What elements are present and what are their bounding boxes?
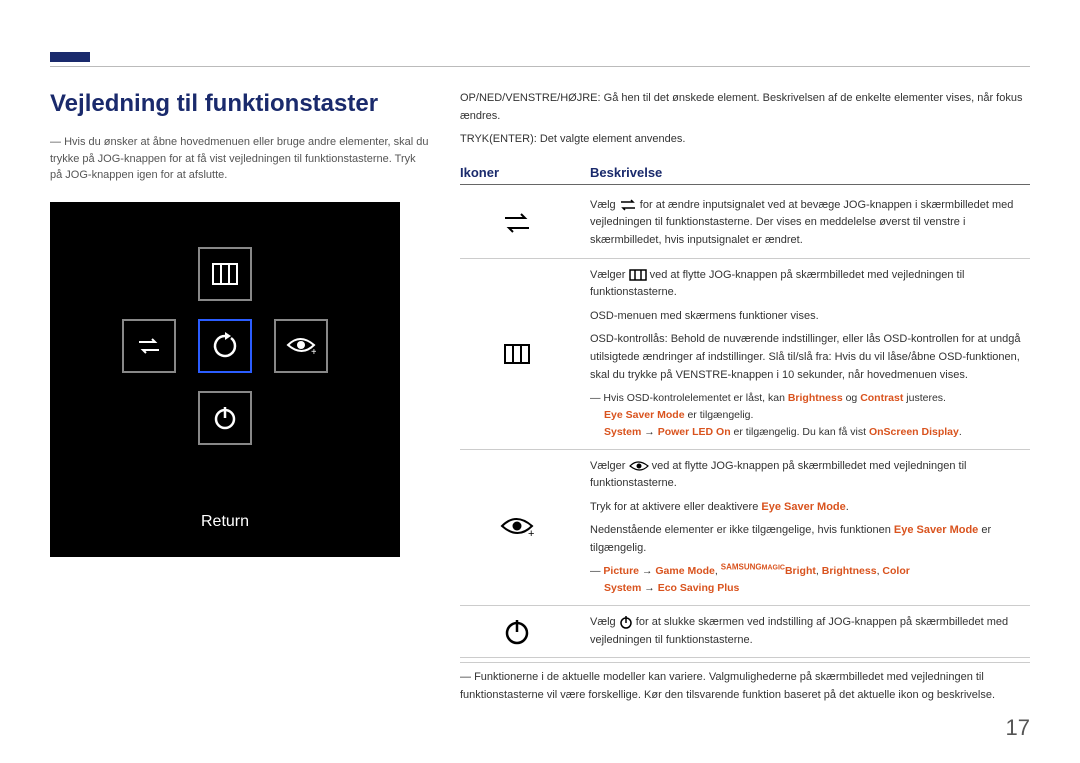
- page-content: Vejledning til funktionstaster Hvis du ø…: [50, 90, 1030, 704]
- svg-text:+: +: [528, 528, 534, 539]
- osd-swap-icon: [122, 319, 176, 373]
- intro-line2: TRYK(ENTER): Det valgte element anvendes…: [460, 131, 1030, 149]
- osd-return-label: Return: [70, 503, 380, 531]
- row4-desc: Vælg for at slukke skærmen ved indstilli…: [590, 614, 1030, 649]
- svg-text:+: +: [311, 347, 316, 357]
- right-intro: OP/NED/VENSTRE/HØJRE: Gå hen til det øns…: [460, 90, 1030, 149]
- row2-desc: Vælger ved at flytte JOG-knappen på skær…: [590, 267, 1030, 441]
- row-icon-menu: [460, 267, 590, 441]
- table-header: Ikoner Beskrivelse: [460, 165, 1030, 185]
- th-icons: Ikoner: [460, 165, 590, 180]
- intro-line1: OP/NED/VENSTRE/HØJRE: Gå hen til det øns…: [460, 90, 1030, 125]
- table-row: Vælger ved at flytte JOG-knappen på skær…: [460, 259, 1030, 450]
- row3-desc: Vælger ved at flytte JOG-knappen på skær…: [590, 458, 1030, 598]
- right-column: OP/NED/VENSTRE/HØJRE: Gå hen til det øns…: [460, 90, 1030, 704]
- header-accent-block: [50, 52, 90, 62]
- left-intro-note: Hvis du ønsker at åbne hovedmenuen eller…: [50, 134, 430, 184]
- table-row: Vælg for at slukke skærmen ved indstilli…: [460, 606, 1030, 658]
- row1-desc: Vælg for at ændre inputsignalet ved at b…: [590, 197, 1030, 250]
- page-title: Vejledning til funktionstaster: [50, 90, 430, 118]
- row-icon-eye: +: [460, 458, 590, 598]
- table-row: + Vælger ved at flytte JOG-knappen på sk…: [460, 450, 1030, 607]
- th-desc: Beskrivelse: [590, 165, 1030, 180]
- left-column: Vejledning til funktionstaster Hvis du ø…: [50, 90, 430, 704]
- header-divider: [50, 66, 1030, 67]
- osd-eye-icon: +: [274, 319, 328, 373]
- osd-panel: + Return: [50, 202, 400, 557]
- row-icon-swap: [460, 197, 590, 250]
- osd-power-icon: [198, 391, 252, 445]
- osd-return-icon: [198, 319, 252, 373]
- row-icon-power: [460, 614, 590, 649]
- page-number: 17: [1006, 715, 1030, 741]
- bottom-footnote: Funktionerne i de aktuelle modeller kan …: [460, 662, 1030, 704]
- osd-menu-icon: [198, 247, 252, 301]
- table-row: Vælg for at ændre inputsignalet ved at b…: [460, 189, 1030, 259]
